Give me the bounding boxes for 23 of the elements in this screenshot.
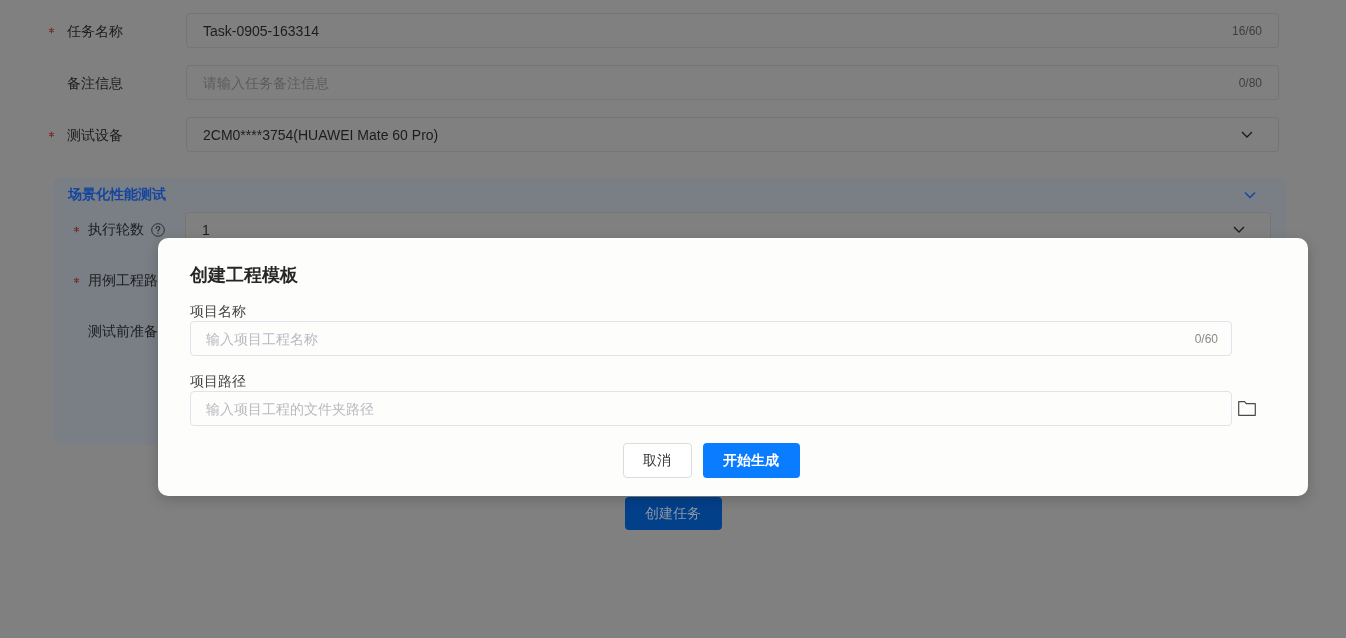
help-icon[interactable] [151, 222, 165, 237]
field-label: 备注信息 [67, 73, 124, 92]
field-label: 测试前准备 [88, 322, 158, 341]
section-title: 场景化性能测试 [68, 186, 166, 204]
field-label: 项目路径 [190, 373, 247, 391]
confirm-button[interactable]: 开始生成 [702, 443, 800, 478]
character-counter: 0/60 [1194, 331, 1218, 346]
create-task-button[interactable]: 创建任务 [624, 497, 722, 530]
character-counter: 0/80 [1238, 75, 1262, 90]
field-label: 用例工程路 [88, 271, 158, 290]
cancel-button[interactable]: 取消 [622, 443, 692, 478]
path-field[interactable]: 输入项目工程的文件夹路径 [190, 391, 1232, 426]
chevron-down-icon[interactable] [1244, 189, 1256, 201]
character-counter: 16/60 [1231, 23, 1262, 38]
field-label: 执行轮数 [88, 220, 144, 239]
field-label: 任务名称 [67, 21, 124, 40]
field-label: 测试设备 [67, 125, 124, 144]
field-label: 项目名称 [190, 303, 247, 321]
folder-icon[interactable] [1238, 401, 1256, 416]
dialog-title: 创建工程模板 [190, 265, 299, 285]
select-field[interactable]: 2CM0****3754(HUAWEI Mate 60 Pro) [186, 117, 1279, 152]
chevron-down-icon [1233, 226, 1245, 233]
chevron-down-icon [1241, 131, 1253, 138]
